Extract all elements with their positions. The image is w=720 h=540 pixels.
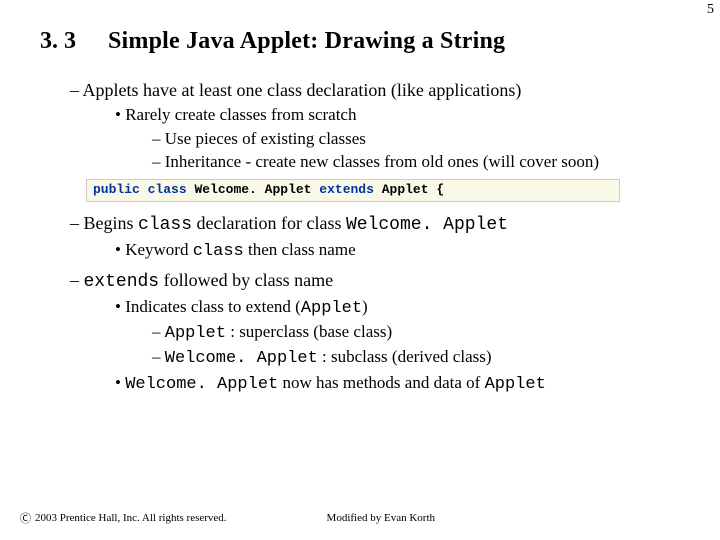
text: Indicates class to extend ( (125, 297, 301, 316)
code-text: Welcome. Applet (194, 182, 311, 197)
footer: Ⓒ 2003 Prentice Hall, Inc. All rights re… (20, 510, 435, 526)
code-text: Applet (301, 299, 362, 318)
code-text: extends (84, 272, 160, 292)
text: ) (362, 297, 368, 316)
text: then class name (244, 240, 356, 259)
text: Keyword (125, 240, 193, 259)
code-snippet: public class Welcome. Applet extends App… (86, 179, 620, 202)
page-number: 5 (707, 2, 714, 18)
code-text: Welcome. Applet (125, 375, 278, 394)
code-text: Applet (165, 324, 226, 343)
list-item: Applet : superclass (base class) (152, 321, 700, 345)
text: declaration for class (192, 213, 346, 233)
text: : superclass (base class) (226, 322, 392, 341)
list-item: Welcome. Applet now has methods and data… (115, 372, 700, 396)
footer-copyright: 2003 Prentice Hall, Inc. All rights rese… (35, 512, 227, 524)
keyword: class (148, 182, 187, 197)
copyright-icon: Ⓒ (20, 510, 31, 526)
keyword: extends (319, 182, 374, 197)
text: Begins (84, 213, 139, 233)
text: followed by class name (159, 270, 333, 290)
list-item: extends followed by class name (70, 269, 700, 294)
list-item: Applets have at least one class declarat… (70, 79, 700, 102)
list-item: Rarely create classes from scratch (115, 104, 700, 126)
list-item: Begins class declaration for class Welco… (70, 212, 700, 237)
code-text: Applet (485, 375, 546, 394)
code-text: Welcome. Applet (165, 349, 318, 368)
code-text: class (193, 242, 244, 261)
list-item: Use pieces of existing classes (152, 128, 700, 150)
footer-modified: Modified by Evan Korth (327, 512, 435, 524)
keyword: public (93, 182, 140, 197)
text: now has methods and data of (278, 373, 484, 392)
code-text: Applet { (382, 182, 444, 197)
section-heading: 3. 3 Simple Java Applet: Drawing a Strin… (0, 0, 720, 55)
list-item: Indicates class to extend (Applet) (115, 296, 700, 320)
section-title: Simple Java Applet: Drawing a String (108, 28, 505, 55)
section-number: 3. 3 (40, 28, 76, 55)
slide-body: Applets have at least one class declarat… (0, 55, 720, 396)
list-item: Welcome. Applet : subclass (derived clas… (152, 346, 700, 370)
code-text: Welcome. Applet (346, 215, 508, 235)
code-text: class (138, 215, 192, 235)
list-item: Keyword class then class name (115, 239, 700, 263)
text: : subclass (derived class) (318, 347, 492, 366)
list-item: Inheritance - create new classes from ol… (152, 151, 700, 173)
